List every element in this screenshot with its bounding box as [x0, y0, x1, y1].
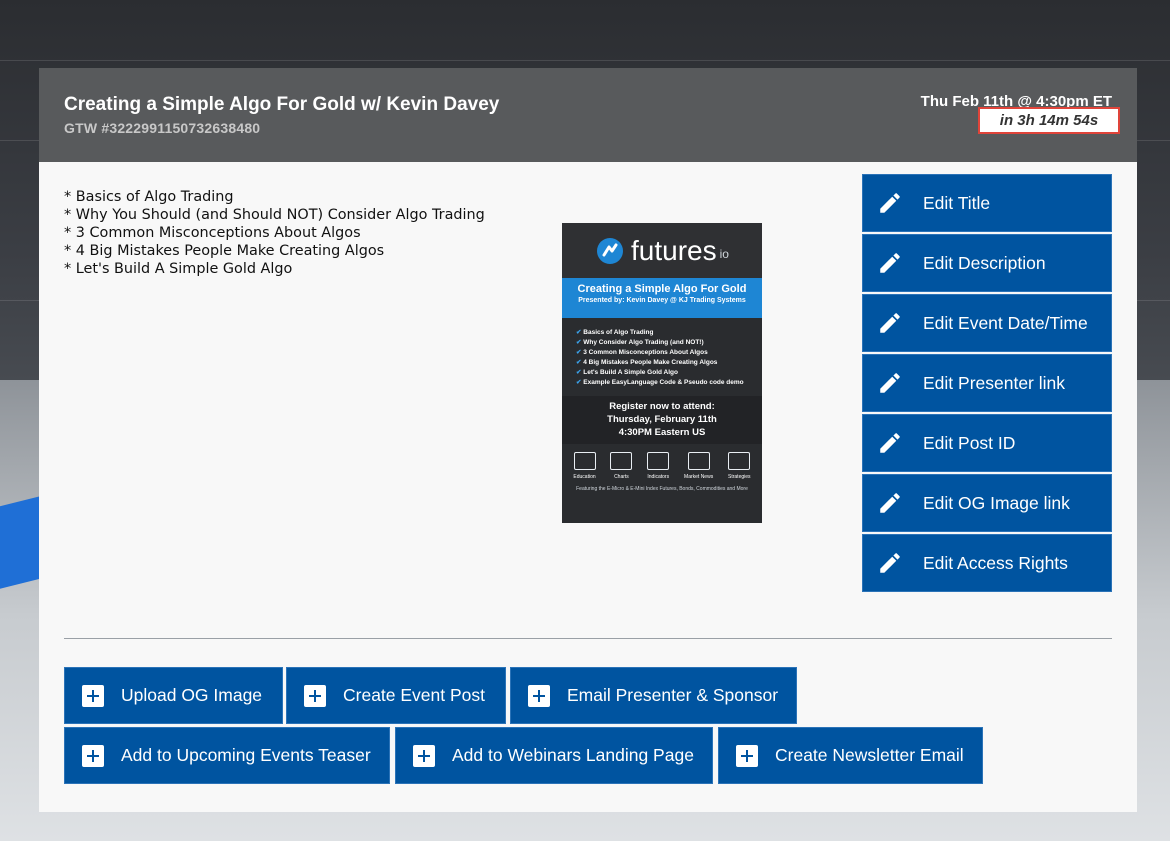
email-presenter-sponsor-label: Email Presenter & Sponsor — [567, 685, 779, 705]
poster-register-line: Register now to attend: — [609, 401, 715, 412]
event-description: * Basics of Algo Trading * Why You Shoul… — [64, 188, 485, 278]
edit-access-rights-label: Edit Access Rights — [923, 552, 1068, 573]
edit-presenter-link-button[interactable]: Edit Presenter link — [862, 354, 1112, 412]
poster-icon-item: Indicators — [647, 452, 670, 480]
event-countdown: in 3h 14m 54s — [978, 107, 1120, 134]
poster-banner: Creating a Simple Algo For Gold Presente… — [562, 278, 762, 318]
edit-title-label: Edit Title — [923, 192, 991, 213]
create-newsletter-email-label: Create Newsletter Email — [775, 745, 964, 765]
plus-icon — [82, 744, 104, 767]
create-event-post-label: Create Event Post — [343, 685, 486, 705]
plus-icon — [82, 684, 104, 707]
poster-bullet: Why Consider Algo Trading (and NOT!) — [576, 338, 756, 348]
poster-bullet: Example EasyLanguage Code & Pseudo code … — [576, 378, 756, 388]
poster-icon-item: Education — [573, 452, 596, 480]
pencil-icon — [880, 433, 900, 453]
edit-description-button[interactable]: Edit Description — [862, 234, 1112, 292]
edit-post-id-label: Edit Post ID — [923, 432, 1016, 453]
indicator-icon — [647, 452, 670, 470]
plus-icon — [413, 744, 435, 767]
poster-footer: Featuring the E-Micro & E-Mini Index Fut… — [576, 486, 748, 492]
poster-register-line: Thursday, February 11th — [607, 414, 717, 425]
poster-brand-suffix: io — [719, 246, 729, 261]
pencil-icon — [880, 553, 900, 573]
add-upcoming-events-teaser-button[interactable]: Add to Upcoming Events Teaser — [64, 727, 390, 784]
section-divider — [64, 638, 1112, 639]
poster-headline: Creating a Simple Algo For Gold — [577, 283, 747, 295]
og-image-poster: futures io Creating a Simple Algo For Go… — [562, 223, 762, 523]
edit-access-rights-button[interactable]: Edit Access Rights — [862, 534, 1112, 592]
description-line: * Let's Build A Simple Gold Algo — [64, 261, 293, 277]
edit-presenter-link-label: Edit Presenter link — [923, 372, 1066, 393]
pencil-icon — [880, 253, 900, 273]
pencil-icon — [880, 313, 900, 333]
add-upcoming-events-teaser-label: Add to Upcoming Events Teaser — [121, 745, 371, 765]
poster-register: Register now to attend: Thursday, Februa… — [562, 396, 762, 444]
poster-bullet: Let's Build A Simple Gold Algo — [576, 368, 756, 378]
create-newsletter-email-button[interactable]: Create Newsletter Email — [718, 727, 983, 784]
poster-icon-item: Strategies — [728, 452, 751, 480]
edit-post-id-button[interactable]: Edit Post ID — [862, 414, 1112, 472]
event-card: Creating a Simple Algo For Gold w/ Kevin… — [39, 68, 1137, 812]
plus-icon — [304, 684, 326, 707]
edit-og-image-link-label: Edit OG Image link — [923, 492, 1070, 513]
news-icon — [687, 452, 710, 470]
edit-event-datetime-label: Edit Event Date/Time — [923, 312, 1088, 333]
poster-icon-label: Education — [573, 474, 596, 480]
upload-og-image-button[interactable]: Upload OG Image — [64, 667, 283, 724]
edit-description-label: Edit Description — [923, 252, 1046, 273]
logo-mark-icon — [597, 237, 624, 264]
description-line: * 4 Big Mistakes People Make Creating Al… — [64, 243, 385, 259]
poster-icon-label: Charts — [614, 474, 629, 480]
chart-icon — [610, 452, 633, 470]
edit-og-image-link-button[interactable]: Edit OG Image link — [862, 474, 1112, 532]
poster-icon-item: Market News — [684, 452, 713, 480]
gtw-id: GTW #3222991150732638480 — [64, 120, 261, 136]
futures-io-logo: futures io — [595, 235, 729, 267]
add-webinars-landing-page-button[interactable]: Add to Webinars Landing Page — [395, 727, 713, 784]
plus-icon — [528, 684, 550, 707]
pencil-icon — [880, 493, 900, 513]
poster-presented-by: Presented by: Kevin Davey @ KJ Trading S… — [578, 297, 746, 304]
poster-brand: futures — [631, 234, 717, 266]
poster-icon-item: Charts — [610, 452, 633, 480]
background-grid-line — [0, 60, 1170, 61]
poster-icon-label: Strategies — [728, 474, 751, 480]
pencil-icon — [880, 193, 900, 213]
poster-bullet: Basics of Algo Trading — [576, 328, 756, 338]
description-line: * 3 Common Misconceptions About Algos — [64, 225, 361, 241]
poster-bullets: Basics of Algo Trading Why Consider Algo… — [562, 318, 762, 388]
edit-title-button[interactable]: Edit Title — [862, 174, 1112, 232]
upload-og-image-label: Upload OG Image — [121, 685, 263, 705]
poster-bullet: 3 Common Misconceptions About Algos — [576, 348, 756, 358]
monitor-icon — [573, 452, 596, 470]
poster-header: futures io — [562, 223, 762, 278]
flask-icon — [728, 452, 751, 470]
event-title: Creating a Simple Algo For Gold w/ Kevin… — [64, 94, 500, 115]
poster-icon-label: Indicators — [647, 474, 670, 480]
edit-event-datetime-button[interactable]: Edit Event Date/Time — [862, 294, 1112, 352]
poster-bullet: 4 Big Mistakes People Make Creating Algo… — [576, 358, 756, 368]
create-event-post-button[interactable]: Create Event Post — [286, 667, 506, 724]
description-line: * Why You Should (and Should NOT) Consid… — [64, 207, 485, 223]
description-line: * Basics of Algo Trading — [64, 189, 234, 205]
event-header: Creating a Simple Algo For Gold w/ Kevin… — [39, 68, 1137, 162]
poster-register-line: 4:30PM Eastern US — [618, 427, 706, 438]
pencil-icon — [880, 373, 900, 393]
email-presenter-sponsor-button[interactable]: Email Presenter & Sponsor — [510, 667, 797, 724]
add-webinars-landing-page-label: Add to Webinars Landing Page — [452, 745, 694, 765]
poster-icon-label: Market News — [684, 474, 714, 480]
plus-icon — [736, 744, 758, 767]
poster-icon-row: Education Charts Indicators Market News … — [562, 444, 762, 480]
